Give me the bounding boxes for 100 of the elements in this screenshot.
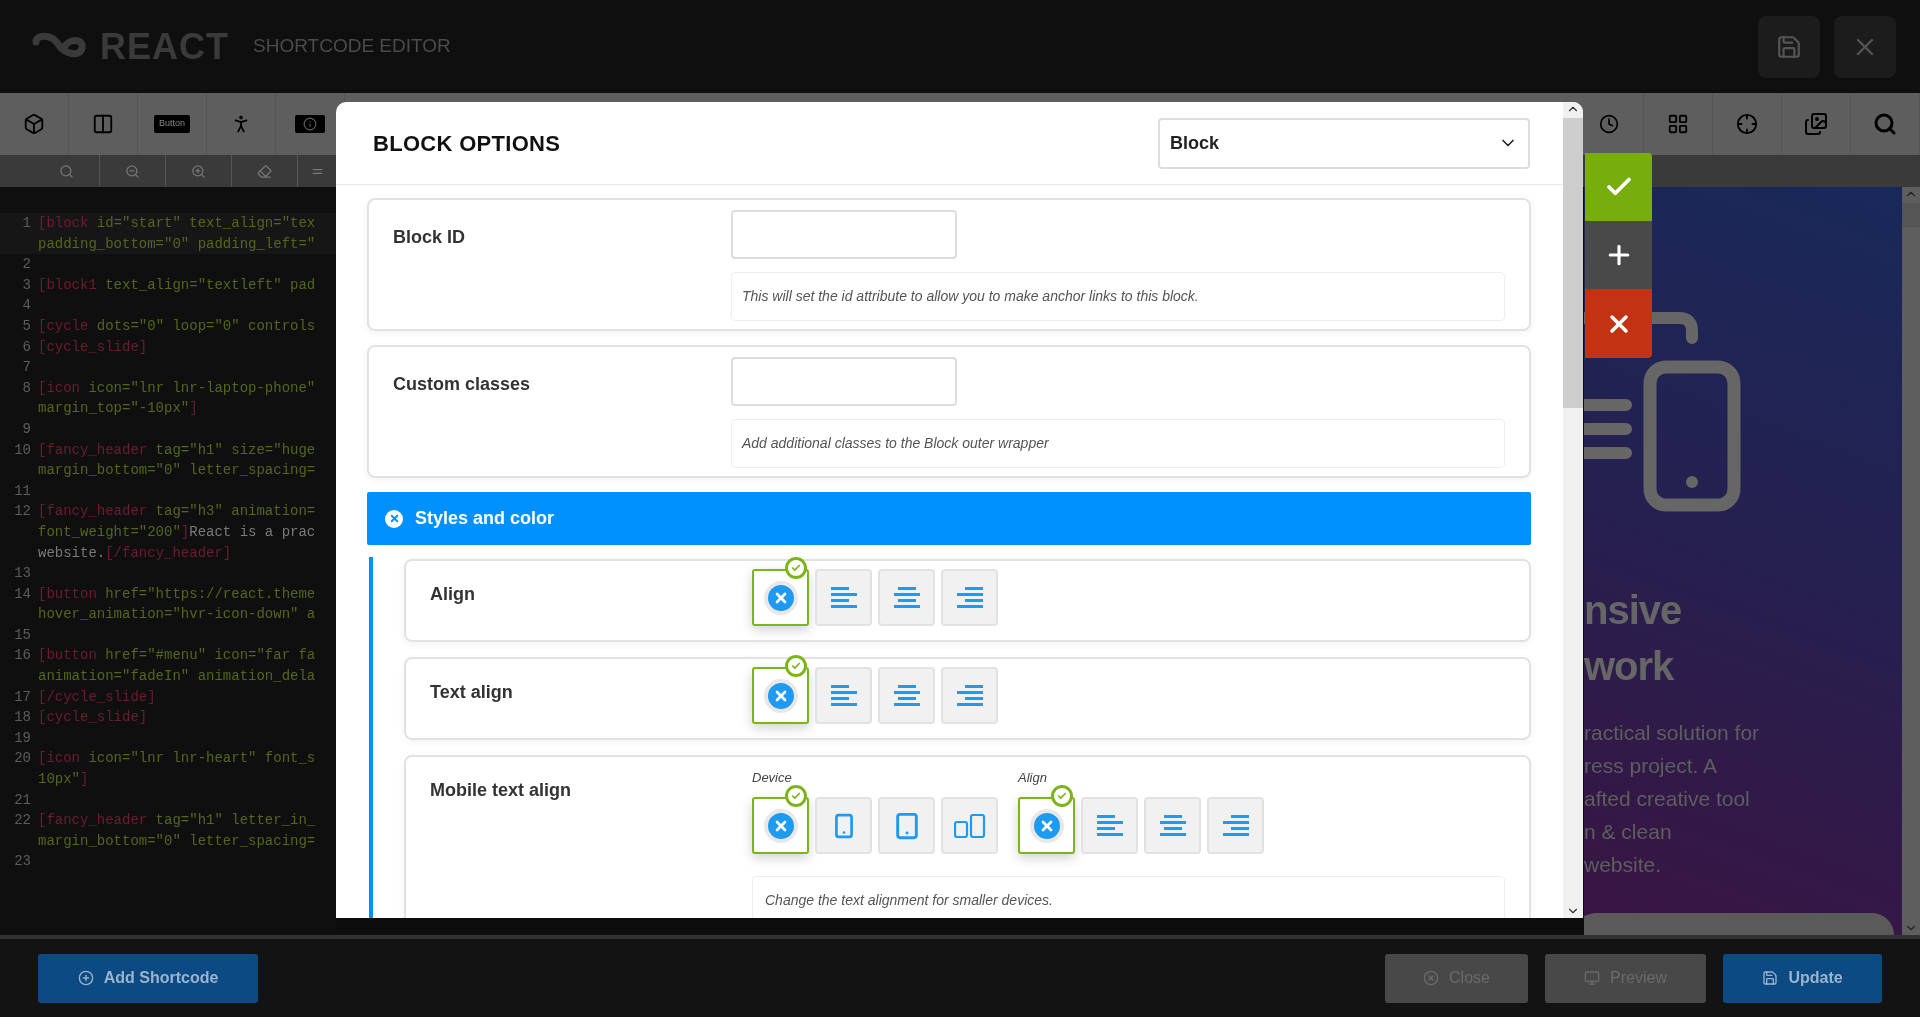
collapse-icon: [385, 509, 403, 528]
option-label: Align: [430, 583, 476, 606]
block-type-select[interactable]: Block: [1158, 117, 1530, 169]
code-line: [icon icon="lnr lnr-heart" font_s: [38, 749, 316, 769]
code-line: padding_bottom="0" padding_left=": [38, 234, 316, 254]
form-search-icon[interactable]: [1873, 112, 1897, 136]
help-text: Change the text alignment for smaller devices.: [752, 876, 1505, 918]
option-button[interactable]: [752, 667, 809, 724]
align-right-icon: [1222, 814, 1249, 837]
code-line: animation="fadeIn" animation_dela: [38, 667, 316, 687]
option-button[interactable]: [1018, 797, 1075, 854]
line-number: 17: [14, 688, 31, 705]
preview-text: afted creative tool: [1584, 786, 1751, 812]
group-caption: Device: [752, 771, 792, 785]
scroll-thumb[interactable]: [1902, 203, 1920, 227]
table-icon[interactable]: [1667, 113, 1689, 135]
text-input[interactable]: [731, 210, 957, 259]
code-line: website.[/fancy_header]: [38, 543, 232, 563]
preview-text: ractical solution for: [1584, 720, 1760, 746]
line-number: 22: [14, 812, 31, 829]
code-line: hover_animation="hvr-icon-down" a: [38, 605, 316, 625]
line-number: 3: [22, 276, 31, 293]
field-label: Block ID: [393, 226, 467, 249]
line-number: 10: [14, 441, 31, 458]
line-number: 16: [14, 647, 31, 664]
search-icon[interactable]: [59, 163, 74, 179]
columns-icon[interactable]: [92, 113, 114, 135]
scrollbar[interactable]: [1902, 187, 1920, 935]
align-right-icon: [956, 586, 983, 609]
check-badge-icon: [785, 655, 807, 677]
preview-heading: nsive: [1584, 587, 1683, 634]
help-text: This will set the id attribute to allow you to make anchor links to this block.: [731, 272, 1505, 321]
align-center-icon: [893, 684, 920, 707]
line-number: 23: [14, 853, 31, 870]
devices-icon: [953, 813, 986, 838]
check-badge-icon: [785, 557, 807, 579]
add-button[interactable]: [1585, 221, 1652, 289]
update-button[interactable]: Update: [1723, 953, 1882, 1003]
update-icon: [1762, 970, 1779, 986]
line-number: 13: [14, 565, 31, 582]
line-number: 19: [14, 729, 31, 746]
code-line: [block id="start" text_align="tex: [38, 214, 316, 233]
code-line: [button href="https://react.theme: [38, 584, 316, 604]
text-input[interactable]: [731, 357, 957, 406]
button-chip[interactable]: Button: [154, 115, 190, 133]
search-next-icon[interactable]: [125, 163, 140, 179]
scroll-thumb[interactable]: [1563, 118, 1583, 408]
delete-button[interactable]: [1585, 289, 1652, 358]
option-button[interactable]: [752, 797, 809, 854]
section-title: Styles and color: [415, 507, 555, 530]
section-header[interactable]: Styles and color: [367, 492, 1531, 545]
preview-text: n & clean: [1584, 819, 1673, 845]
search-previous-icon[interactable]: [191, 163, 206, 179]
clear-icon: [763, 808, 798, 843]
add-button[interactable]: Add Shortcode: [38, 953, 258, 1003]
info-icon[interactable]: [295, 115, 325, 133]
code-line: [/cycle_slide]: [38, 687, 156, 707]
align-left-icon: [1096, 814, 1123, 837]
field-label: Custom classes: [393, 373, 532, 396]
check-badge-icon: [1051, 785, 1073, 807]
modal-title: BLOCK OPTIONS: [373, 129, 561, 158]
code-line: [cycle_slide]: [38, 708, 148, 728]
group-caption: Align: [1018, 771, 1047, 785]
option-button[interactable]: [752, 569, 809, 626]
line-number: 5: [22, 317, 31, 334]
line-number: 18: [14, 709, 31, 726]
eraser-icon[interactable]: [257, 163, 272, 179]
line-number: 12: [14, 503, 31, 520]
add-icon: [77, 970, 94, 986]
close-button[interactable]: [1834, 15, 1896, 78]
line-number: 4: [22, 297, 31, 314]
save-button[interactable]: [1758, 15, 1820, 78]
code-line: margin_bottom="0" letter_spacing=: [38, 461, 316, 481]
gallery-icon[interactable]: [1804, 112, 1828, 136]
code-line: margin_top="-10px"]: [38, 399, 198, 419]
clock-icon[interactable]: [1599, 114, 1619, 134]
code-line: [button href="#menu" icon="far fa: [38, 646, 316, 666]
clear-icon: [763, 678, 798, 713]
scrollbar[interactable]: [1563, 102, 1583, 918]
code-line: [cycle_slide]: [38, 337, 148, 357]
line-number: 21: [14, 791, 31, 808]
check-badge-icon: [785, 785, 807, 807]
line-number: 2: [22, 256, 31, 273]
code-line: 10px"]: [38, 770, 89, 790]
cube-icon[interactable]: [23, 113, 45, 135]
preview-text: website.: [1584, 852, 1663, 878]
code-line: [icon icon="lnr lnr-laptop-phone": [38, 378, 316, 398]
line-number: 14: [14, 585, 31, 602]
code-line: margin_bottom="0" letter_spacing=: [38, 831, 316, 851]
close-icon: [1423, 970, 1440, 986]
line-number: 7: [22, 359, 31, 376]
crosshair-icon[interactable]: [1736, 113, 1758, 135]
code-line: [block1 text_align="textleft" pad: [38, 275, 316, 295]
option-label: Mobile text align: [430, 779, 572, 802]
code-line: [fancy_header tag="h1" letter_in_: [38, 811, 316, 831]
help-text: Add additional classes to the Block outer wrapper: [731, 419, 1505, 468]
app-title: SHORTCODE EDITOR: [253, 34, 451, 59]
line-number: 20: [14, 750, 31, 767]
confirm-button[interactable]: [1585, 153, 1652, 221]
line-number: 15: [14, 626, 31, 643]
